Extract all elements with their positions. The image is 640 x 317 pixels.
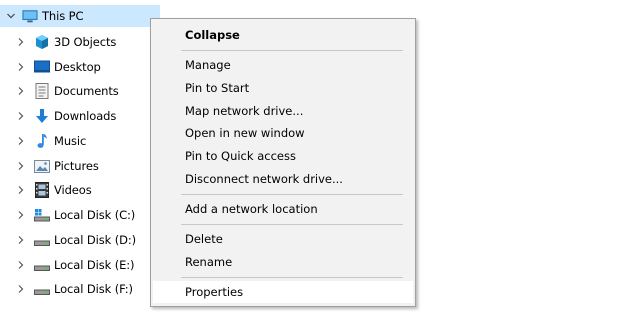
menu-item-properties[interactable]: Properties: [153, 281, 413, 303]
chevron-right-icon[interactable]: [16, 161, 26, 171]
tree-item-local-disk-c[interactable]: Local Disk (C:): [0, 204, 135, 226]
menu-item-add-network-location[interactable]: Add a network location: [153, 198, 413, 220]
pictures-icon: [34, 158, 50, 174]
menu-item-manage[interactable]: Manage: [153, 54, 413, 76]
chevron-right-icon[interactable]: [16, 210, 26, 220]
chevron-right-icon[interactable]: [16, 111, 26, 121]
menu-item-disconnect-network-drive[interactable]: Disconnect network drive...: [153, 168, 413, 190]
music-note-icon: [34, 133, 50, 149]
chevron-right-icon[interactable]: [16, 260, 26, 270]
tree-item-label: Videos: [54, 183, 92, 197]
menu-item-collapse[interactable]: Collapse: [153, 24, 413, 46]
monitor-icon: [22, 8, 38, 24]
menu-item-map-network-drive[interactable]: Map network drive...: [153, 100, 413, 122]
chevron-down-icon[interactable]: [6, 11, 16, 21]
tree-item-desktop[interactable]: Desktop: [0, 56, 101, 78]
file-explorer-window: This PC 3D Objects Desktop Documents Dow…: [0, 0, 640, 317]
desktop-icon: [34, 59, 50, 75]
download-arrow-icon: [34, 108, 50, 124]
menu-item-delete[interactable]: Delete: [153, 228, 413, 250]
context-menu: Collapse Manage Pin to Start Map network…: [150, 18, 416, 307]
documents-icon: [34, 83, 50, 99]
chevron-right-icon[interactable]: [16, 185, 26, 195]
tree-item-videos[interactable]: Videos: [0, 179, 92, 201]
windows-drive-icon: [34, 207, 50, 223]
tree-item-documents[interactable]: Documents: [0, 80, 119, 102]
menu-item-rename[interactable]: Rename: [153, 251, 413, 273]
chevron-right-icon[interactable]: [16, 37, 26, 47]
tree-item-label: This PC: [42, 9, 84, 23]
tree-item-music[interactable]: Music: [0, 130, 86, 152]
chevron-right-icon[interactable]: [16, 284, 26, 294]
chevron-right-icon[interactable]: [16, 136, 26, 146]
chevron-right-icon[interactable]: [16, 62, 26, 72]
menu-separator: [181, 277, 403, 278]
cube-3d-icon: [34, 34, 50, 50]
tree-item-label: Downloads: [54, 109, 117, 123]
tree-item-label: Documents: [54, 84, 119, 98]
drive-icon: [34, 257, 50, 273]
tree-item-local-disk-d[interactable]: Local Disk (D:): [0, 229, 136, 251]
tree-item-label: Music: [54, 134, 87, 148]
chevron-right-icon[interactable]: [16, 86, 26, 96]
menu-separator: [181, 50, 403, 51]
tree-item-label: Desktop: [54, 60, 101, 74]
tree-item-downloads[interactable]: Downloads: [0, 105, 116, 127]
tree-item-local-disk-e[interactable]: Local Disk (E:): [0, 254, 135, 276]
menu-item-pin-to-start[interactable]: Pin to Start: [153, 77, 413, 99]
menu-separator: [181, 224, 403, 225]
menu-item-open-in-new-window[interactable]: Open in new window: [153, 122, 413, 144]
tree-item-label: Local Disk (D:): [54, 233, 137, 247]
drive-icon: [34, 232, 50, 248]
menu-item-pin-to-quick-access[interactable]: Pin to Quick access: [153, 145, 413, 167]
tree-item-label: 3D Objects: [54, 35, 117, 49]
tree-item-3d-objects[interactable]: 3D Objects: [0, 31, 116, 53]
tree-item-label: Local Disk (E:): [54, 258, 135, 272]
chevron-right-icon[interactable]: [16, 235, 26, 245]
tree-item-label: Local Disk (F:): [54, 282, 133, 296]
menu-separator: [181, 194, 403, 195]
tree-item-label: Local Disk (C:): [54, 208, 136, 222]
drive-icon: [34, 281, 50, 297]
tree-item-this-pc[interactable]: This PC: [0, 5, 160, 27]
tree-item-local-disk-f[interactable]: Local Disk (F:): [0, 278, 133, 300]
film-icon: [34, 182, 50, 198]
tree-item-label: Pictures: [54, 159, 99, 173]
tree-item-pictures[interactable]: Pictures: [0, 155, 99, 177]
